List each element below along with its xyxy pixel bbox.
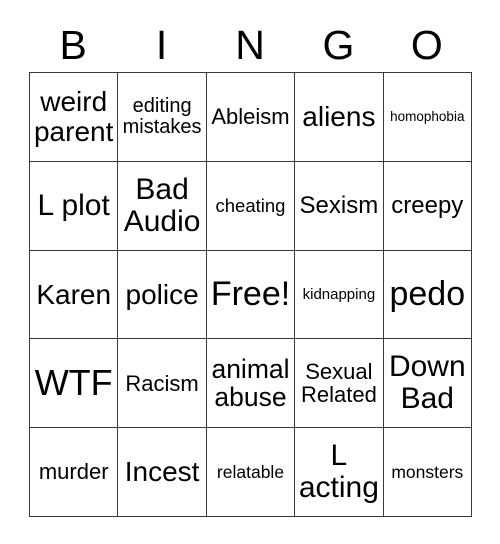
bingo-header-letter-n: N (235, 21, 265, 68)
bingo-cell-label: editing mistakes (122, 94, 202, 138)
bingo-cell[interactable]: Bad Audio (118, 161, 207, 251)
bingo-cell-label: Bad Audio (123, 172, 201, 238)
bingo-cell[interactable]: WTF (30, 339, 119, 429)
bingo-header-letter-i: I (155, 21, 168, 68)
bingo-cell-label: Racism (125, 370, 199, 396)
bingo-cell[interactable]: aliens (295, 73, 384, 162)
bingo-cell-label: murder (38, 459, 109, 485)
bingo-free-space-label: Free! (210, 275, 291, 314)
bingo-cell-label: creepy (391, 191, 464, 219)
bingo-header-row: B I N G O (29, 18, 471, 72)
bingo-free-space-cell[interactable]: Free! (206, 250, 296, 340)
bingo-cell[interactable]: kidnapping (295, 250, 384, 340)
bingo-cell-label: aliens (302, 101, 376, 133)
bingo-cell[interactable]: relatable (206, 428, 296, 517)
bingo-card: B I N G O weird parent editing mistakes … (29, 18, 472, 517)
bingo-cell-label: relatable (216, 461, 285, 482)
bingo-cell[interactable]: murder (30, 428, 119, 517)
bingo-cell-label: Karen (36, 278, 112, 310)
bingo-grid: weird parent editing mistakes Ableism al… (29, 72, 472, 517)
bingo-cell[interactable]: Karen (30, 250, 119, 340)
bingo-cell[interactable]: Incest (118, 428, 207, 517)
bingo-cell[interactable]: Sexual Related (295, 339, 384, 429)
bingo-cell-label: L plot (37, 188, 110, 222)
bingo-header-letter-o: O (410, 21, 443, 68)
bingo-cell-label: weird parent (33, 86, 114, 147)
bingo-cell-label: Ableism (211, 104, 290, 130)
bingo-cell-label: Down Bad (388, 350, 466, 416)
bingo-cell[interactable]: L plot (30, 161, 119, 251)
bingo-cell[interactable]: L acting (295, 428, 384, 517)
bingo-cell[interactable]: cheating (206, 161, 296, 251)
bingo-cell-label: L acting (298, 439, 379, 505)
bingo-cell-label: police (125, 278, 199, 310)
bingo-cell[interactable]: creepy (383, 161, 472, 251)
bingo-header-letter-b: B (59, 21, 87, 68)
bingo-cell[interactable]: police (118, 250, 207, 340)
bingo-cell-label: Sexual Related (300, 358, 377, 408)
bingo-cell-label: Incest (124, 456, 200, 488)
bingo-header-letter-g: G (322, 21, 355, 68)
bingo-cell[interactable]: monsters (383, 428, 472, 517)
bingo-cell[interactable]: homophobia (383, 73, 472, 162)
bingo-cell-label: homophobia (390, 108, 465, 124)
bingo-cell-label: pedo (389, 275, 466, 314)
bingo-cell[interactable]: pedo (383, 250, 472, 340)
bingo-cell-label: kidnapping (302, 285, 376, 303)
bingo-cell-label: monsters (391, 461, 464, 482)
bingo-cell[interactable]: Ableism (206, 73, 296, 162)
bingo-cell[interactable]: Racism (118, 339, 207, 429)
bingo-cell-label: cheating (215, 194, 286, 216)
bingo-cell[interactable]: editing mistakes (118, 73, 207, 162)
bingo-cell-label: WTF (34, 362, 113, 404)
bingo-cell[interactable]: weird parent (30, 73, 119, 162)
bingo-cell-label: Sexism (299, 191, 379, 219)
bingo-cell-label: animal abuse (211, 354, 290, 413)
bingo-cell[interactable]: animal abuse (206, 339, 296, 429)
bingo-cell[interactable]: Sexism (295, 161, 384, 251)
bingo-cell[interactable]: Down Bad (383, 339, 472, 429)
